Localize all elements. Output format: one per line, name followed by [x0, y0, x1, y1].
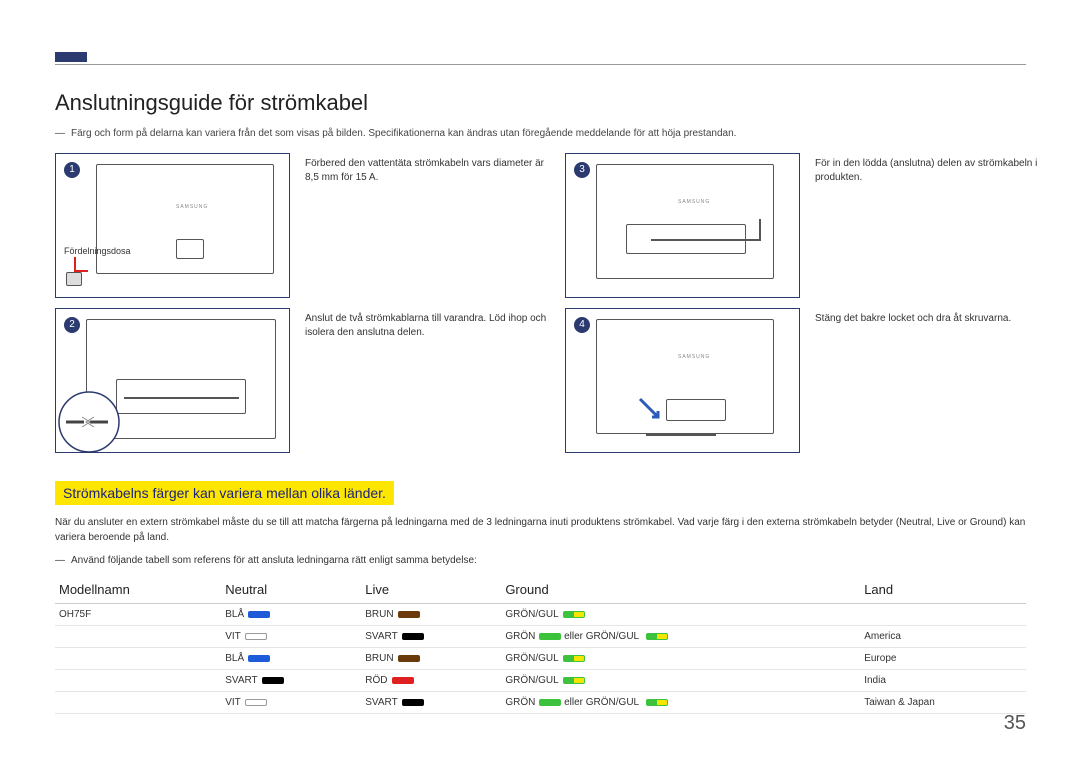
color-chip — [245, 699, 267, 706]
table-row: VITSVARTGRÖN eller GRÖN/GUL America — [55, 626, 1026, 648]
step-3-illustration: 3 SAMSUNG — [565, 153, 800, 298]
page-title: Anslutningsguide för strömkabel — [55, 90, 1026, 116]
color-chip — [245, 633, 267, 640]
th-ground: Ground — [501, 576, 860, 604]
page-content: Anslutningsguide för strömkabel Färg och… — [55, 90, 1026, 714]
step-2-badge: 2 — [64, 317, 80, 333]
header-accent-bar — [55, 52, 87, 62]
step-4-text: Stäng det bakre locket och dra åt skruva… — [815, 308, 1060, 453]
wire-color-table: Modellnamn Neutral Live Ground Land OH75… — [55, 576, 1026, 714]
table-header-row: Modellnamn Neutral Live Ground Land — [55, 576, 1026, 604]
step-1-text: Förbered den vattentäta strömkabeln vars… — [305, 153, 550, 298]
color-chip — [398, 655, 420, 662]
color-chip — [398, 611, 420, 618]
page-number: 35 — [1004, 712, 1026, 735]
color-chip — [402, 633, 424, 640]
color-chip — [402, 699, 424, 706]
th-land: Land — [860, 576, 1026, 604]
table-row: BLÅBRUNGRÖN/GULEurope — [55, 648, 1026, 670]
body-note: Använd följande tabell som referens för … — [55, 553, 1026, 568]
color-chip — [262, 677, 284, 684]
step-1-badge: 1 — [64, 162, 80, 178]
color-chip — [248, 655, 270, 662]
step-3-badge: 3 — [574, 162, 590, 178]
th-live: Live — [361, 576, 501, 604]
color-chip — [392, 677, 414, 684]
step-3-text: För in den lödda (anslutna) delen av str… — [815, 153, 1060, 298]
color-chip — [539, 633, 561, 640]
step-2-illustration: 2 — [55, 308, 290, 453]
color-chip — [563, 655, 585, 662]
steps-grid: 1 SAMSUNG Fördelningsdosa Förbered den v… — [55, 153, 1026, 453]
color-chip — [646, 699, 668, 706]
body-paragraph: När du ansluter en extern strömkabel mås… — [55, 515, 1026, 545]
table-row: VITSVARTGRÖN eller GRÖN/GUL Taiwan & Jap… — [55, 692, 1026, 714]
color-chip — [563, 611, 585, 618]
table-row: SVARTRÖDGRÖN/GULIndia — [55, 670, 1026, 692]
junction-box-label: Fördelningsdosa — [64, 246, 131, 256]
th-model: Modellnamn — [55, 576, 221, 604]
step-4-badge: 4 — [574, 317, 590, 333]
highlight-caption: Strömkabelns färger kan variera mellan o… — [55, 481, 394, 505]
table-row: OH75FBLÅBRUNGRÖN/GUL — [55, 604, 1026, 626]
color-chip — [646, 633, 668, 640]
th-neutral: Neutral — [221, 576, 361, 604]
header-divider — [55, 64, 1026, 65]
color-chip — [248, 611, 270, 618]
color-chip — [563, 677, 585, 684]
step-4-illustration: 4 SAMSUNG — [565, 308, 800, 453]
color-chip — [539, 699, 561, 706]
step-2-text: Anslut de två strömkablarna till varandr… — [305, 308, 550, 453]
intro-note: Färg och form på delarna kan variera frå… — [55, 128, 1026, 139]
step-1-illustration: 1 SAMSUNG Fördelningsdosa — [55, 153, 290, 298]
